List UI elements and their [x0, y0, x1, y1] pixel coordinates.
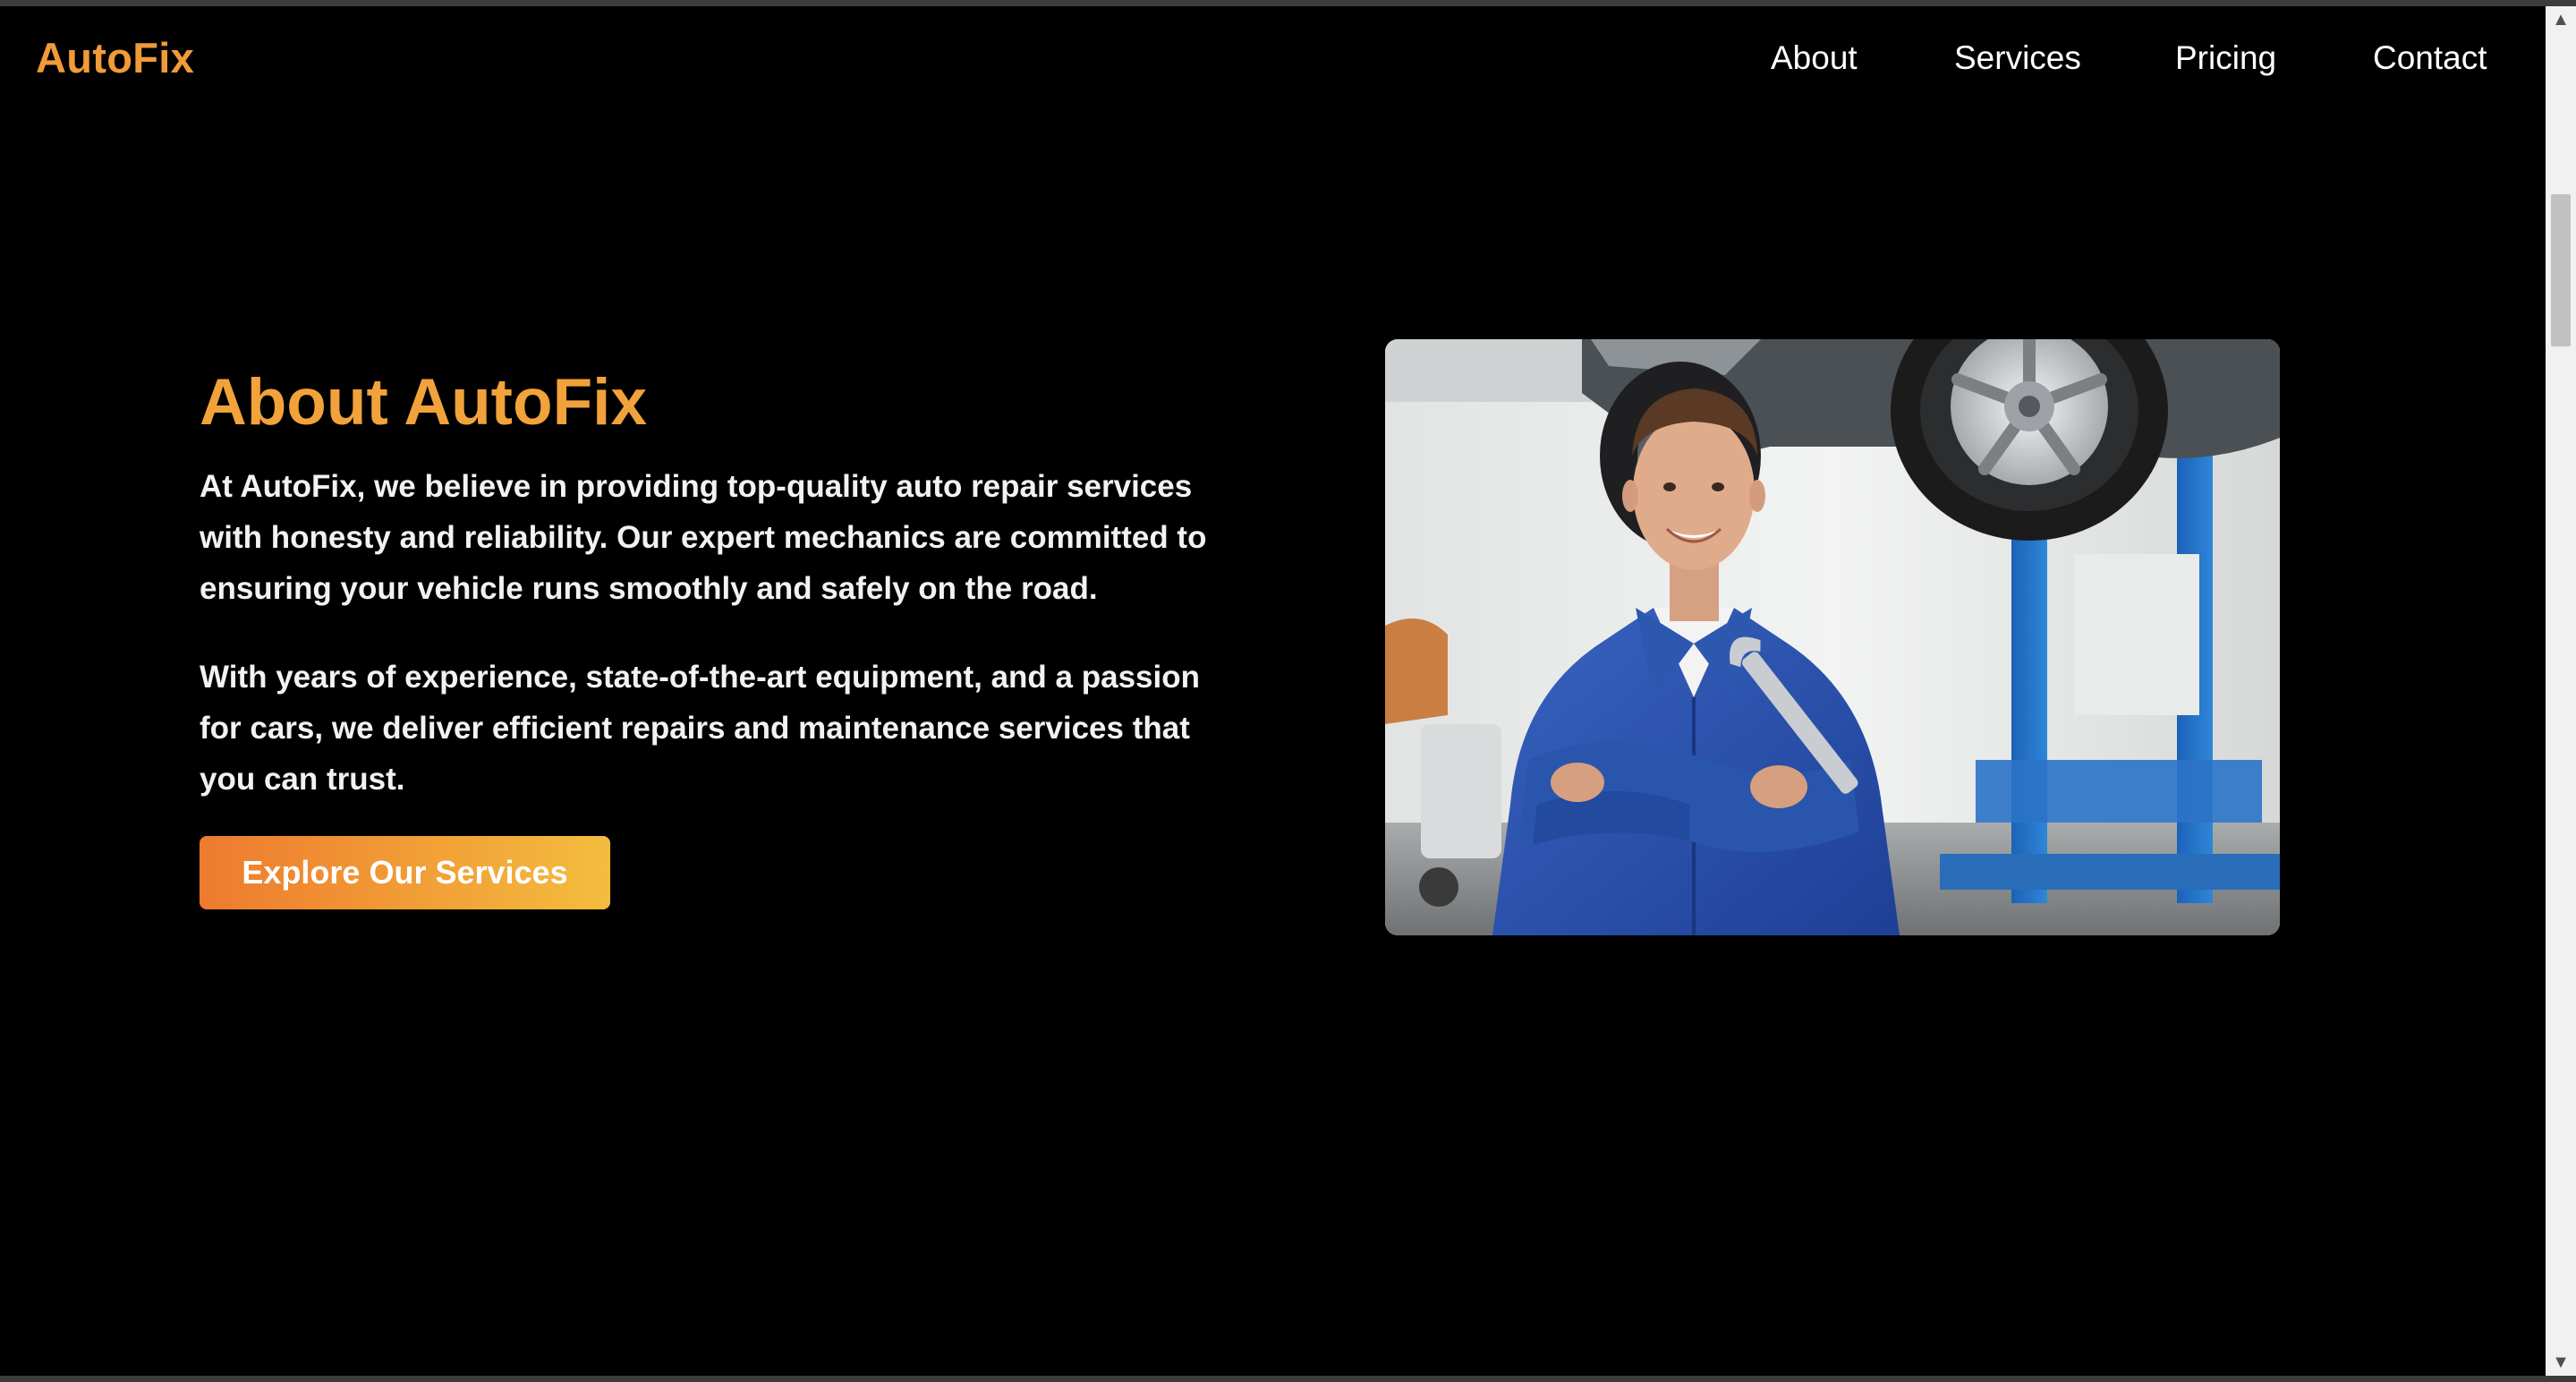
main-nav: About Services Pricing Contact — [0, 31, 2546, 85]
window-bottom-border — [0, 1376, 2576, 1382]
nav-link-contact[interactable]: Contact — [2373, 31, 2487, 85]
about-paragraph-1: At AutoFix, we believe in providing top-… — [200, 469, 1207, 606]
vertical-scrollbar[interactable]: ▲ ▼ — [2546, 6, 2576, 1376]
explore-services-button[interactable]: Explore Our Services — [200, 836, 610, 909]
nav-link-pricing[interactable]: Pricing — [2175, 31, 2276, 85]
window-top-border — [0, 0, 2576, 6]
scroll-down-icon[interactable]: ▼ — [2546, 1349, 2576, 1376]
scroll-up-icon[interactable]: ▲ — [2546, 6, 2576, 33]
explore-services-label: Explore Our Services — [242, 854, 568, 891]
page: AutoFix About Services Pricing Contact A… — [0, 6, 2546, 1376]
about-title: About AutoFix — [200, 366, 648, 439]
scrollbar-thumb[interactable] — [2551, 194, 2571, 346]
nav-link-services[interactable]: Services — [1954, 31, 2081, 85]
mechanic-illustration — [1385, 339, 2280, 935]
about-paragraph-2: With years of experience, state-of-the-a… — [200, 660, 1200, 797]
mechanic-photo — [1385, 339, 2280, 935]
nav-link-about[interactable]: About — [1771, 31, 1858, 85]
